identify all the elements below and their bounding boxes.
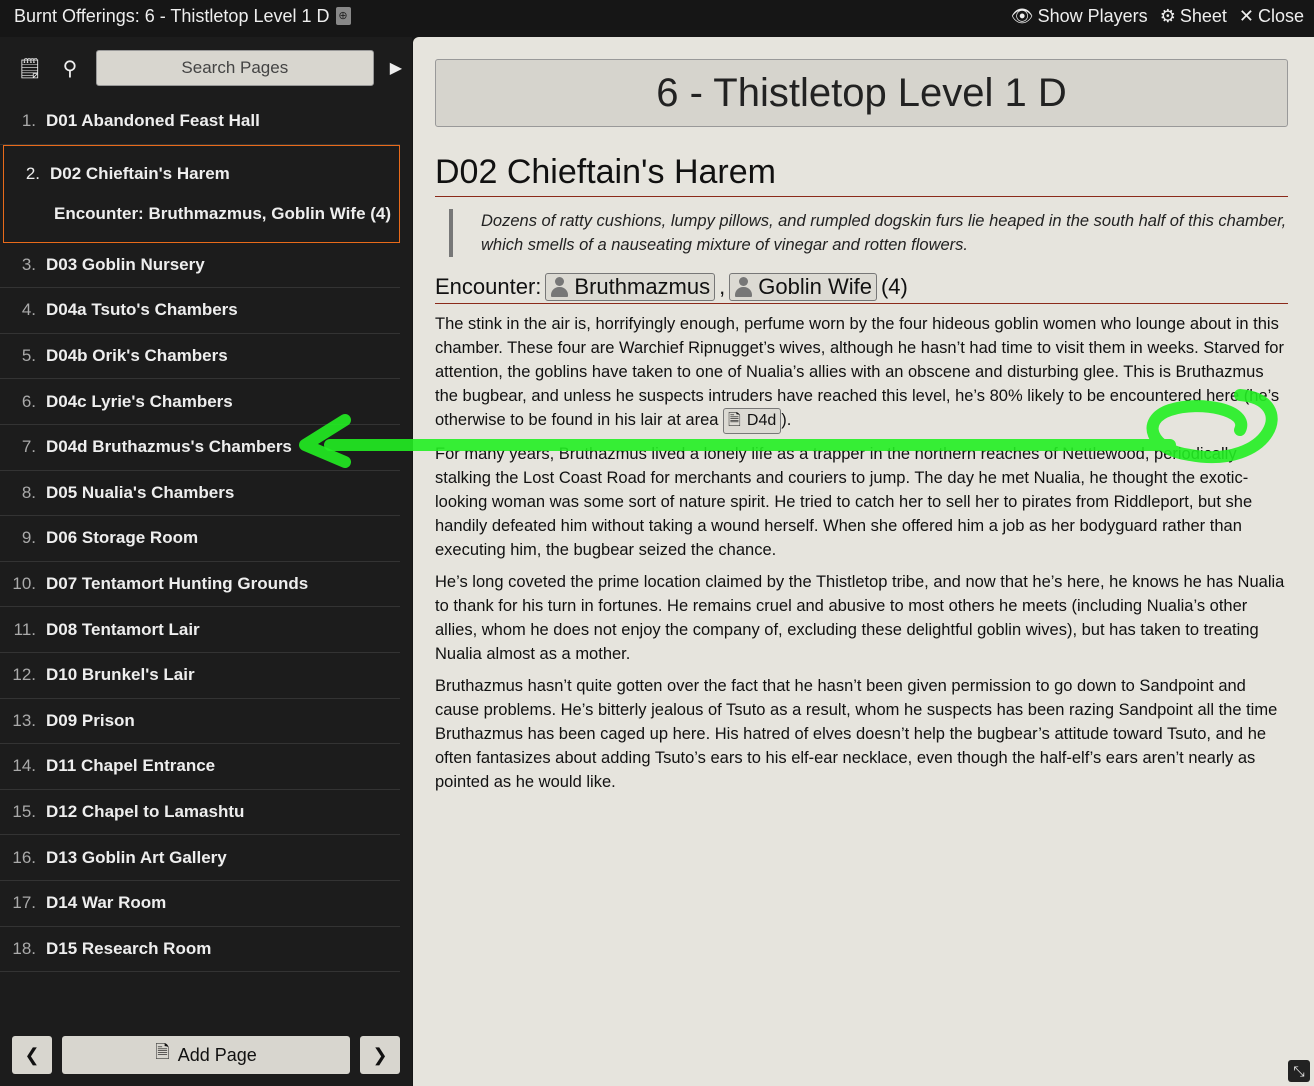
person-icon [734,277,753,297]
page-item[interactable]: 18. D15 Research Room [0,927,400,973]
note-icon[interactable]: 🗒 [10,56,50,81]
journal-page: 6 - Thistletop Level 1 D D02 Chieftain's… [413,37,1314,1086]
page-label: D12 Chapel to Lamashtu [46,802,245,822]
page-item[interactable]: 8. D05 Nualia's Chambers [0,471,400,517]
page-number: 2. [25,163,40,183]
paragraph: He’s long coveted the prime location cla… [435,573,1285,663]
resize-handle-icon[interactable]: ⤡ [1288,1060,1310,1082]
actor-link-goblin-wife[interactable]: Goblin Wife [729,273,877,301]
show-players-button[interactable]: 👁 Show Players [1011,6,1148,27]
chevron-right-icon: ❯ [372,1044,388,1065]
page-number: 14. [12,756,36,776]
page-number: 18. [12,938,36,958]
paragraph: Bruthazmus hasn’t quite gotten over the … [435,677,1278,791]
page-number: 12. [12,665,36,685]
page-number: 8. [21,482,36,502]
page-number: 3. [21,254,36,274]
person-icon [550,277,569,297]
close-button[interactable]: ✕ Close [1239,6,1304,27]
page-number: 11. [13,619,36,639]
paragraph: The stink in the air is, horrifyingly en… [435,312,1288,434]
chevron-left-icon: ❮ [24,1044,40,1065]
page-number: 1. [21,111,36,131]
search-icon[interactable]: ⚲ [50,56,90,81]
page-label: D04c Lyrie's Chambers [46,391,233,411]
page-label: D13 Goblin Art Gallery [46,847,227,867]
page-item[interactable]: 15. D12 Chapel to Lamashtu [0,790,400,836]
page-number: 7. [21,437,36,457]
page-item[interactable]: 4. D04a Tsuto's Chambers [0,288,400,334]
page-label: D02 Chieftain's Harem [50,163,230,183]
page-label: D05 Nualia's Chambers [46,482,235,502]
page-title: 6 - Thistletop Level 1 D [435,59,1288,127]
page-label: D04b Orik's Chambers [46,346,228,366]
page-item[interactable]: 14. D11 Chapel Entrance [0,744,400,790]
close-icon: ✕ [1238,5,1254,26]
page-label: D01 Abandoned Feast Hall [46,111,260,131]
page-label: D14 War Room [46,893,167,913]
page-link-d4d[interactable]: 🗎 D4d [723,408,782,434]
page-number: 5. [21,346,36,366]
section-heading: D02 Chieftain's Harem [435,153,1288,197]
page-label: D07 Tentamort Hunting Grounds [46,574,309,594]
page-label: D04d Bruthazmus's Chambers [46,437,292,457]
file-plus-icon: 🗎 [155,1042,170,1062]
page-label: D09 Prison [46,710,135,730]
page-label: D15 Research Room [46,938,212,958]
page-number: 15. [12,802,36,822]
page-item[interactable]: 13. D09 Prison [0,699,400,745]
page-item[interactable]: 11. D08 Tentamort Lair [0,607,400,653]
next-page-button[interactable]: ❯ [360,1036,400,1074]
window-header: Burnt Offerings: 6 - Thistletop Level 1 … [0,0,1314,32]
page-number: 6. [21,391,36,411]
sheet-button[interactable]: ⚙ Sheet [1160,6,1227,27]
encounter-heading: Encounter: Bruthmazmus, Goblin Wife (4) [435,273,1288,304]
page-number: 4. [21,300,36,320]
document-icon: 🗎 [728,412,741,429]
page-item[interactable]: 9. D06 Storage Room [0,516,400,562]
page-number: 16. [12,847,36,867]
page-item[interactable]: 12. D10 Brunkel's Lair [0,653,400,699]
page-item[interactable]: 3. D03 Goblin Nursery [0,243,400,289]
page-label: D08 Tentamort Lair [46,619,200,639]
pages-sidebar: 🗒 ⚲ Search Pages ▶ 1. D01 Abandoned Feast… [0,37,412,1086]
page-label: D03 Goblin Nursery [46,254,205,274]
page-number: 13. [12,710,36,730]
page-item[interactable]: 5. D04b Orik's Chambers [0,334,400,380]
page-item[interactable]: 10. D07 Tentamort Hunting Grounds [0,562,400,608]
page-number: 17. [12,893,36,913]
page-list: 1. D01 Abandoned Feast Hall 2. D02 Chieftai… [0,99,412,973]
gear-icon: ⚙ [1159,5,1176,26]
read-aloud-text: Dozens of ratty cushions, lumpy pillows,… [449,209,1288,257]
page-item[interactable]: 1. D01 Abandoned Feast Hall [0,99,400,145]
previous-page-button[interactable]: ❮ [12,1036,52,1074]
page-item[interactable]: 6. D04c Lyrie's Chambers [0,379,400,425]
window-title: Burnt Offerings: 6 - Thistletop Level 1 … [14,5,330,26]
page-item[interactable]: 17. D14 War Room [0,881,400,927]
add-page-button[interactable]: 🗎 Add Page [62,1036,350,1074]
paragraph: For many years, Bruthazmus lived a lonel… [435,445,1253,559]
page-item[interactable]: 16. D13 Goblin Art Gallery [0,835,400,881]
search-pages-input[interactable]: Search Pages [95,50,374,86]
collapse-sidebar-icon[interactable]: ▶ [390,58,402,78]
page-subheading[interactable]: Encounter: Bruthmazmus, Goblin Wife (4) [14,204,391,224]
page-label: D10 Brunkel's Lair [46,665,195,685]
eye-icon: 👁 [1010,5,1034,26]
page-label: D04a Tsuto's Chambers [46,300,238,320]
page-item[interactable]: 2. D02 Chieftain's Harem Encounter: Bruthm… [3,144,400,243]
page-number: 10. [12,574,36,594]
page-label: D06 Storage Room [46,528,199,548]
page-item[interactable]: 7. D04d Bruthazmus's Chambers [0,425,400,471]
permission-icon[interactable]: ⊕ [335,7,351,25]
page-number: 9. [21,528,36,548]
actor-link-bruthmazmus[interactable]: Bruthmazmus [545,273,716,301]
page-label: D11 Chapel Entrance [46,756,216,776]
